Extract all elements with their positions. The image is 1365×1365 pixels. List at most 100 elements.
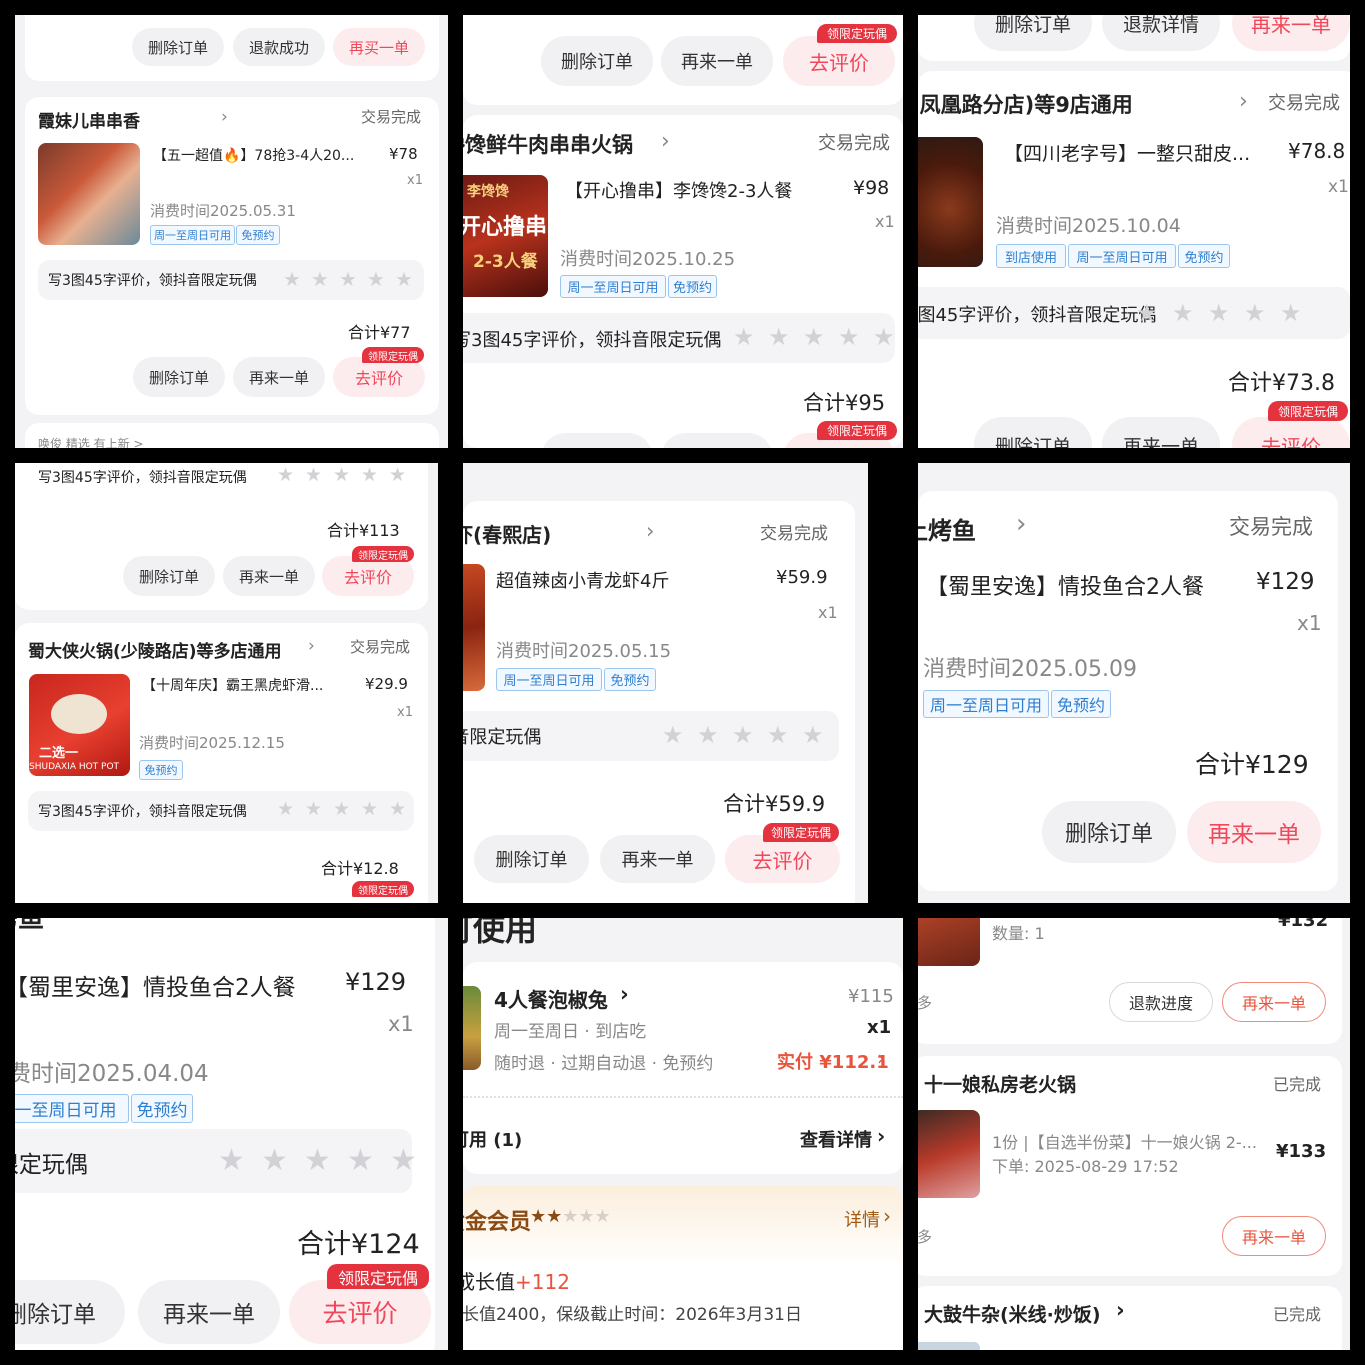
product-image[interactable] <box>918 1110 980 1198</box>
star-icon[interactable]: ★ <box>873 323 895 351</box>
product-image[interactable] <box>38 143 140 245</box>
review-prompt[interactable]: 写3图45字评价，领抖音限定玩偶 ★ ★ ★ ★ ★ <box>38 260 424 300</box>
delete-order-button[interactable]: 删除订单 <box>974 417 1092 448</box>
star-icon[interactable]: ★ <box>838 323 860 351</box>
order-again-button[interactable]: 再来一单 <box>600 835 715 883</box>
product-title[interactable]: 【四川老字号】一整只甜皮... <box>1004 139 1250 166</box>
order-again-button[interactable]: 再来一单 <box>1222 1216 1326 1256</box>
star-icon[interactable]: ★ <box>395 267 413 291</box>
chevron-right-icon[interactable]: › <box>620 982 629 1006</box>
star-icon[interactable]: ★ <box>389 464 406 486</box>
order-again-button[interactable]: 再来一单 <box>233 357 325 397</box>
paid-amount[interactable]: 实付 ¥112.1 <box>777 1048 889 1074</box>
shop-name[interactable]: 霞妹儿串串香 <box>38 107 140 132</box>
shop-name[interactable]: 蜀大侠火锅(少陵路店)等多店通用 <box>28 637 282 662</box>
review-prompt[interactable]: 写3图45字评价，领抖音限定玩偶 ★ ★ ★ ★ ★ <box>28 791 414 831</box>
product-title[interactable]: 【开心撸串】李馋馋2-3人餐 <box>565 177 792 203</box>
order-again-button[interactable]: 再来一单 <box>1102 417 1220 448</box>
more-link[interactable]: 更多 <box>918 1226 932 1247</box>
write-review-button[interactable]: 去评价 <box>322 556 414 596</box>
star-icon[interactable]: ★ <box>1280 299 1302 327</box>
star-icon[interactable]: ★ <box>802 721 824 749</box>
star-icon[interactable]: ★ <box>367 267 385 291</box>
product-title[interactable]: 【蜀里安逸】情投鱼合2人餐 <box>926 569 1204 601</box>
shop-name[interactable]: 虾(春熙店) <box>463 519 551 548</box>
chevron-right-icon[interactable]: › <box>883 1204 891 1228</box>
star-icon[interactable]: ★ <box>277 464 294 486</box>
order-again-button[interactable]: 再来一单 <box>138 1280 280 1344</box>
buy-again-button[interactable]: 再买一单 <box>333 28 425 66</box>
review-prompt[interactable]: 写3图45字评价，领抖音限定玩偶 ★ ★ ★ ★ ★ <box>15 1129 417 1193</box>
chevron-right-icon[interactable]: › <box>1239 89 1248 114</box>
star-icon[interactable]: ★ <box>1208 299 1230 327</box>
star-icon[interactable]: ★ <box>333 798 350 820</box>
chevron-right-icon[interactable]: › <box>877 1046 885 1070</box>
product-title[interactable]: 4人餐泡椒兔 <box>494 984 608 1013</box>
refund-progress-button[interactable]: 退款进度 <box>1109 982 1213 1022</box>
product-image[interactable] <box>463 564 485 691</box>
chevron-right-icon[interactable]: › <box>1116 1298 1125 1322</box>
view-details-link[interactable]: 查看详情 <box>800 1126 872 1152</box>
product-image[interactable]: 二选一 SHUDAXIA HOT POT <box>29 674 130 776</box>
star-icon[interactable]: ★ <box>311 267 329 291</box>
delete-order-button[interactable]: 删除订单 <box>474 835 589 883</box>
write-review-button[interactable]: 去评价 <box>1232 417 1350 448</box>
product-image[interactable] <box>918 1342 980 1350</box>
chevron-right-icon[interactable]: › <box>308 636 315 656</box>
review-prompt[interactable]: 写3图45字评价，领抖音限定玩偶 ★ ★ ★ ★ ★ <box>463 711 839 761</box>
shop-name[interactable]: (凤凰路分店)等9店通用 <box>918 89 1133 119</box>
shop-name[interactable]: 十一娘私房老火锅 <box>924 1070 1076 1097</box>
star-icon[interactable]: ★ <box>1244 299 1266 327</box>
delete-order-button[interactable]: 删除订单 <box>1042 801 1176 863</box>
chevron-right-icon[interactable]: › <box>1016 509 1026 539</box>
product-title[interactable]: 【十周年庆】霸王黑虎虾滑... <box>142 675 323 695</box>
more-link[interactable]: 更多 <box>918 992 932 1013</box>
star-icon[interactable]: ★ <box>1136 299 1158 327</box>
star-icon[interactable]: ★ <box>361 798 378 820</box>
product-image[interactable] <box>918 918 980 966</box>
shop-name[interactable]: 江上烤鱼 <box>15 918 44 935</box>
review-prompt[interactable]: 写3图45字评价，领抖音限定玩偶 ★ ★ ★ ★ ★ <box>463 313 895 363</box>
next-shop-hint[interactable]: 唤俊 精选 有上新 > <box>38 435 144 448</box>
star-icon[interactable]: ★ <box>333 464 350 486</box>
order-again-button[interactable]: 再来一单 <box>1222 982 1326 1022</box>
write-review-button[interactable]: 去评价 <box>725 835 840 883</box>
order-again-button[interactable]: 再来一单 <box>223 556 315 596</box>
product-image[interactable] <box>463 986 481 1070</box>
star-icon[interactable]: ★ <box>732 721 754 749</box>
delete-order-button[interactable]: 删除订单 <box>541 36 653 86</box>
delete-order-button[interactable] <box>541 433 653 448</box>
write-review-button[interactable]: 去评价 <box>333 357 425 397</box>
star-icon[interactable]: ★ <box>390 1143 417 1178</box>
member-details-link[interactable]: 详情 <box>844 1206 880 1232</box>
refund-success-button[interactable]: 退款成功 <box>233 28 325 66</box>
order-again-button[interactable] <box>661 433 773 448</box>
product-image[interactable]: 李馋馋 开心撸串 2-3人餐 <box>463 175 548 297</box>
delete-order-button[interactable]: 删除订单 <box>974 15 1092 51</box>
star-icon[interactable]: ★ <box>347 1143 374 1178</box>
star-icon[interactable]: ★ <box>803 323 825 351</box>
shop-name[interactable]: 大鼓牛杂(米线·炒饭) <box>924 1300 1101 1327</box>
product-title[interactable]: 【五一超值🔥】78抢3-4人20... <box>153 145 354 165</box>
write-review-button[interactable]: 去评价 <box>289 1280 431 1344</box>
review-prompt[interactable]: 写3图45字评价，领抖音限定玩偶 ★ ★ ★ ★ ★ <box>918 287 1350 339</box>
shop-name[interactable]: 李馋馋鲜牛肉串串火锅 <box>463 129 633 159</box>
product-title[interactable]: 【蜀里安逸】情投鱼合2人餐 <box>15 968 296 1002</box>
star-icon[interactable]: ★ <box>261 1143 288 1178</box>
order-again-button[interactable]: 再来一单 <box>661 36 773 86</box>
star-icon[interactable]: ★ <box>218 1143 245 1178</box>
delete-order-button[interactable]: 删除订单 <box>15 1280 125 1344</box>
delete-order-button[interactable]: 删除订单 <box>123 556 215 596</box>
product-image[interactable] <box>918 137 983 267</box>
delete-order-button[interactable]: 删除订单 <box>133 357 225 397</box>
star-icon[interactable]: ★ <box>305 798 322 820</box>
shop-name[interactable]: 江上烤鱼 <box>918 511 976 546</box>
product-title[interactable]: 超值辣卤小青龙虾4斤 <box>496 567 669 593</box>
star-icon[interactable]: ★ <box>1172 299 1194 327</box>
order-again-button[interactable]: 再来一单 <box>1187 801 1321 863</box>
product-title[interactable]: 1份 |【自选半份菜】十一娘火锅 2-... <box>992 1129 1257 1153</box>
star-icon[interactable]: ★ <box>697 721 719 749</box>
star-icon[interactable]: ★ <box>768 323 790 351</box>
star-icon[interactable]: ★ <box>389 798 406 820</box>
chevron-right-icon[interactable]: › <box>877 1124 885 1148</box>
